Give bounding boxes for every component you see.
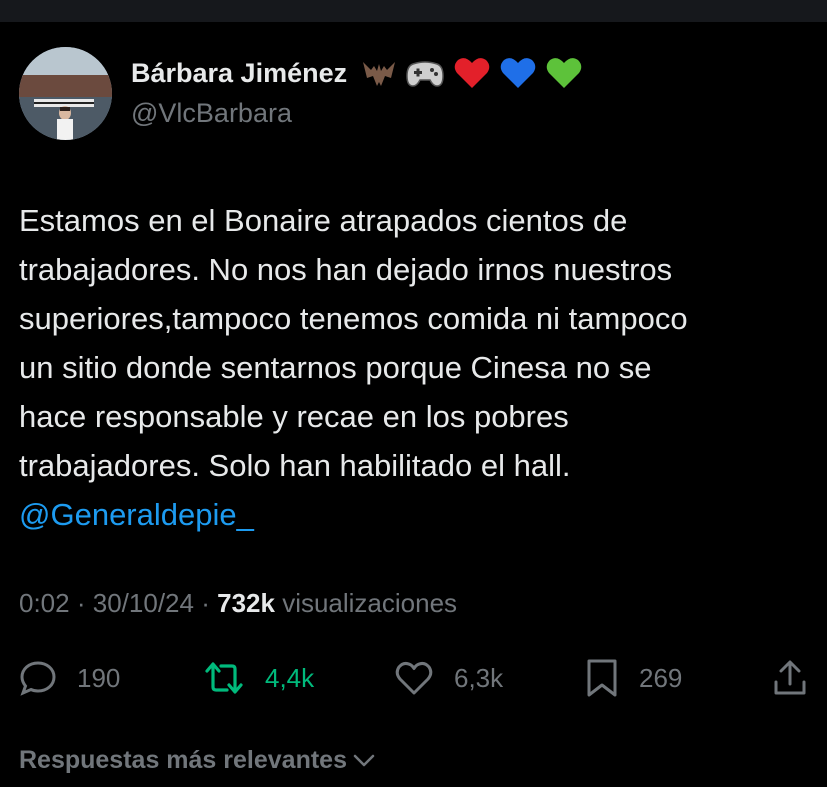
tweet-line: trabajadores. Solo han habilitado el hal… [19,448,571,483]
bookmark-count: 269 [639,662,683,693]
bat-icon [363,62,396,86]
avatar-photo-icon [19,47,112,140]
reply-icon [20,661,56,696]
like-count: 6,3k [454,662,504,693]
retweet-count: 4,4k [265,662,315,693]
tweet-line: un sitio donde sentarnos porque Cinesa n… [19,350,652,385]
like-button[interactable]: 6,3k [394,655,503,701]
heart-icon [395,661,433,695]
action-bar: 190 4,4k 6,3k 269 [0,655,827,705]
tweet-line: superiores,tampoco tenemos comida ni tam… [19,301,688,336]
author-handle[interactable]: @VlcBarbara [131,98,292,129]
reply-button[interactable]: 190 [19,655,120,701]
display-name[interactable]: Bárbara Jiménez [131,58,347,89]
mention-link[interactable]: @Generaldepie_ [19,490,819,539]
share-icon [774,660,806,695]
bookmark-button[interactable]: 269 [585,655,682,701]
retweet-button[interactable]: 4,4k [203,655,314,701]
tweet-time[interactable]: 0:02 [19,588,70,618]
tweet-line: hace responsable y recae en los pobres [19,399,569,434]
name-emojis [361,56,583,90]
views-count[interactable]: 732k [217,588,275,618]
author-name-row[interactable]: Bárbara Jiménez [131,56,583,90]
tweet-line: Estamos en el Bonaire atrapados cientos … [19,203,628,238]
bookmark-icon [587,659,617,697]
reply-count: 190 [77,662,121,693]
blue-heart-icon [500,58,536,88]
views-label: visualizaciones [282,588,458,618]
green-heart-icon [546,58,582,88]
chevron-down-icon [353,754,375,766]
replies-sort-dropdown[interactable]: Respuestas más relevantes [19,746,375,775]
meta-separator: · [76,588,86,618]
tweet-line: trabajadores. No nos han dejado irnos nu… [19,252,673,287]
top-bar [0,0,827,22]
share-button[interactable] [772,655,808,701]
tweet-date[interactable]: 30/10/24 [93,588,194,618]
game-controller-icon [406,61,444,87]
replies-sort-label: Respuestas más relevantes [19,746,347,774]
avatar[interactable] [19,47,112,140]
tweet-meta: 0:02 · 30/10/24 · 732k visualizaciones [19,588,457,619]
meta-separator: · [201,588,210,618]
tweet-text: Estamos en el Bonaire atrapados cientos … [19,196,819,539]
red-heart-icon [454,58,490,88]
retweet-icon [205,662,243,694]
